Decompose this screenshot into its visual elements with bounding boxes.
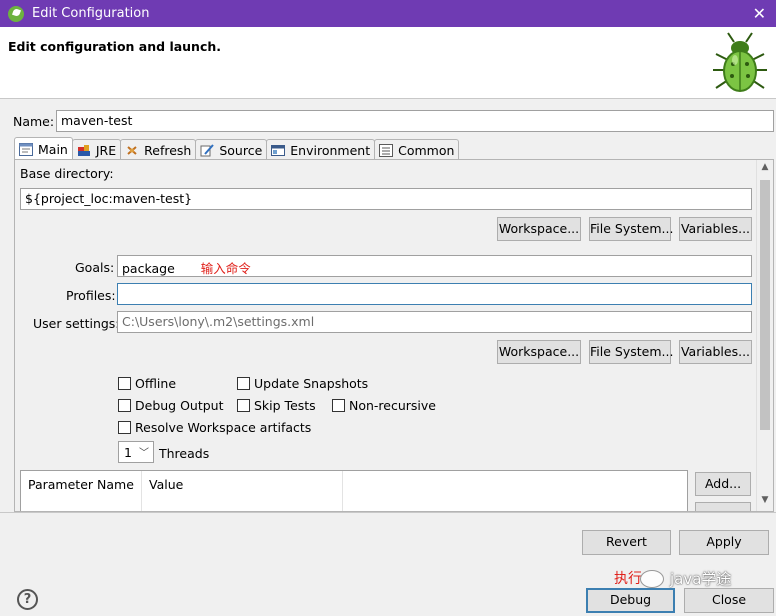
offline-checkbox-box[interactable] — [118, 377, 131, 390]
threads-value: 1 — [124, 444, 132, 460]
debug-bug-icon — [713, 32, 767, 92]
base-directory-label: Base directory: — [20, 166, 114, 181]
source-icon — [200, 143, 215, 156]
goals-annotation: 输入命令 — [200, 261, 251, 276]
skip-tests-label: Skip Tests — [254, 398, 316, 413]
settings-workspace-button[interactable]: Workspace... — [497, 340, 581, 364]
threads-label: Threads — [159, 446, 210, 461]
resolve-workspace-label: Resolve Workspace artifacts — [135, 420, 312, 435]
base-workspace-button[interactable]: Workspace... — [497, 217, 581, 241]
tab-refresh[interactable]: Refresh — [120, 139, 197, 159]
configuration-content: Name: maven-test Main JRE Refresh Source… — [8, 104, 776, 512]
base-file-system-button[interactable]: File System... — [589, 217, 673, 241]
parameters-table[interactable]: Parameter Name Value — [20, 470, 688, 511]
title-bar: Edit Configuration ✕ — [0, 0, 776, 27]
non-recursive-checkbox-box[interactable] — [332, 399, 345, 412]
offline-checkbox[interactable]: Offline — [118, 376, 176, 391]
refresh-icon — [127, 145, 137, 155]
column-header-parameter-name[interactable]: Parameter Name — [21, 471, 142, 511]
non-recursive-checkbox[interactable]: Non-recursive — [332, 398, 436, 413]
resolve-workspace-checkbox[interactable]: Resolve Workspace artifacts — [118, 420, 311, 435]
close-button[interactable]: Close — [684, 588, 774, 613]
footer-divider — [0, 512, 776, 513]
offline-label: Offline — [135, 376, 177, 391]
goals-value: package — [122, 261, 175, 276]
tab-bar: Main JRE Refresh Source Environment Comm… — [14, 137, 460, 159]
tab-source[interactable]: Source — [195, 139, 268, 159]
scroll-down-icon[interactable]: ▼ — [757, 495, 773, 511]
skip-tests-checkbox[interactable]: Skip Tests — [237, 398, 316, 413]
environment-icon — [271, 144, 286, 156]
edit-parameter-button[interactable] — [695, 502, 751, 511]
non-recursive-label: Non-recursive — [349, 398, 436, 413]
dialog-header: Edit configuration and launch. — [0, 27, 776, 99]
settings-variables-button[interactable]: Variables... — [679, 340, 752, 364]
common-icon — [379, 143, 394, 157]
chevron-down-icon: ﹀ — [139, 448, 149, 459]
header-subtitle: Edit configuration and launch. — [8, 39, 222, 54]
debug-output-checkbox-box[interactable] — [118, 399, 131, 412]
settings-file-system-button[interactable]: File System... — [589, 340, 673, 364]
profiles-label: Profiles: — [66, 288, 116, 303]
tab-main-label: Main — [38, 141, 68, 157]
base-variables-button[interactable]: Variables... — [679, 217, 752, 241]
scroll-up-icon[interactable]: ▲ — [757, 162, 773, 178]
window-title: Edit Configuration — [32, 6, 150, 21]
apply-button[interactable]: Apply — [679, 530, 769, 555]
watermark: java学途 — [640, 568, 731, 589]
update-snapshots-checkbox[interactable]: Update Snapshots — [237, 376, 368, 391]
vertical-scrollbar[interactable]: ▲ ▼ — [756, 160, 773, 511]
close-window-icon[interactable]: ✕ — [753, 4, 766, 23]
revert-button[interactable]: Revert — [582, 530, 671, 555]
tab-environment-label: Environment — [290, 142, 371, 158]
debug-output-checkbox[interactable]: Debug Output — [118, 398, 224, 413]
main-tab-panel: Base directory: ${project_loc:maven-test… — [14, 159, 774, 512]
tab-refresh-label: Refresh — [144, 142, 192, 158]
tab-main[interactable]: Main — [14, 137, 73, 159]
main-tab-icon — [19, 142, 33, 156]
column-header-value[interactable]: Value — [142, 471, 343, 511]
goals-label: Goals: — [75, 260, 115, 275]
debug-button[interactable]: Debug — [586, 588, 675, 613]
debug-annotation: 执行 — [614, 571, 642, 587]
tab-jre[interactable]: JRE — [71, 139, 122, 159]
base-directory-input[interactable]: ${project_loc:maven-test} — [20, 188, 752, 210]
profiles-input[interactable] — [117, 283, 752, 305]
name-input[interactable]: maven-test — [56, 110, 774, 132]
goals-input[interactable]: package 输入命令 — [117, 255, 752, 277]
resolve-workspace-checkbox-box[interactable] — [118, 421, 131, 434]
debug-output-label: Debug Output — [135, 398, 224, 413]
tab-jre-label: JRE — [95, 142, 117, 158]
spring-leaf-icon — [8, 5, 24, 22]
tab-source-label: Source — [219, 142, 263, 158]
threads-select[interactable]: 1 ﹀ — [118, 441, 154, 463]
help-icon[interactable]: ? — [17, 589, 38, 610]
jre-icon — [77, 144, 90, 156]
update-snapshots-checkbox-box[interactable] — [237, 377, 250, 390]
user-settings-input[interactable]: C:\Users\lony\.m2\settings.xml — [117, 311, 752, 333]
watermark-text: java学途 — [670, 570, 732, 588]
scroll-thumb[interactable] — [760, 180, 770, 430]
add-parameter-button[interactable]: Add... — [695, 472, 751, 496]
tab-common[interactable]: Common — [374, 139, 460, 159]
update-snapshots-label: Update Snapshots — [254, 376, 369, 391]
name-label: Name: — [13, 114, 55, 129]
wechat-icon — [640, 569, 664, 588]
skip-tests-checkbox-box[interactable] — [237, 399, 250, 412]
tab-environment[interactable]: Environment — [266, 139, 376, 159]
user-settings-label: User settings: — [33, 316, 120, 331]
tab-common-label: Common — [398, 142, 455, 158]
